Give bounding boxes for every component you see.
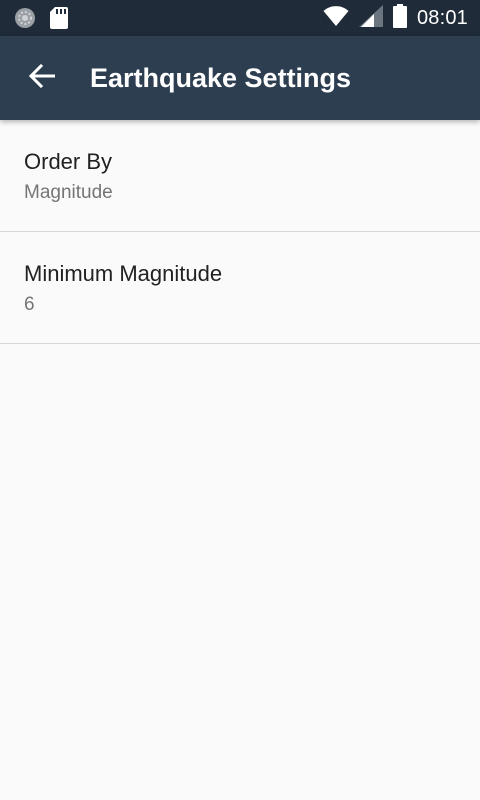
status-left-icons [14,7,68,34]
settings-list: Order By Magnitude Minimum Magnitude 6 [0,120,480,344]
sync-icon [14,7,36,34]
status-bar: 08:01 [0,0,480,36]
arrow-back-icon [28,63,56,93]
pref-minimum-magnitude[interactable]: Minimum Magnitude 6 [0,232,480,344]
pref-order-by[interactable]: Order By Magnitude [0,120,480,232]
pref-summary: Magnitude [24,182,113,203]
pref-title: Order By [24,149,113,174]
wifi-icon [323,5,349,32]
pref-title: Minimum Magnitude [24,261,223,286]
battery-icon [392,3,407,33]
sd-card-icon [50,7,68,34]
back-button[interactable] [18,54,66,102]
pref-summary: 6 [24,294,35,315]
toolbar-title: Earthquake Settings [90,63,352,93]
signal-icon [358,4,383,32]
status-clock: 08:01 [416,6,468,29]
status-right-icons: 08:01 [323,0,468,36]
app-toolbar: Earthquake Settings [0,36,480,120]
